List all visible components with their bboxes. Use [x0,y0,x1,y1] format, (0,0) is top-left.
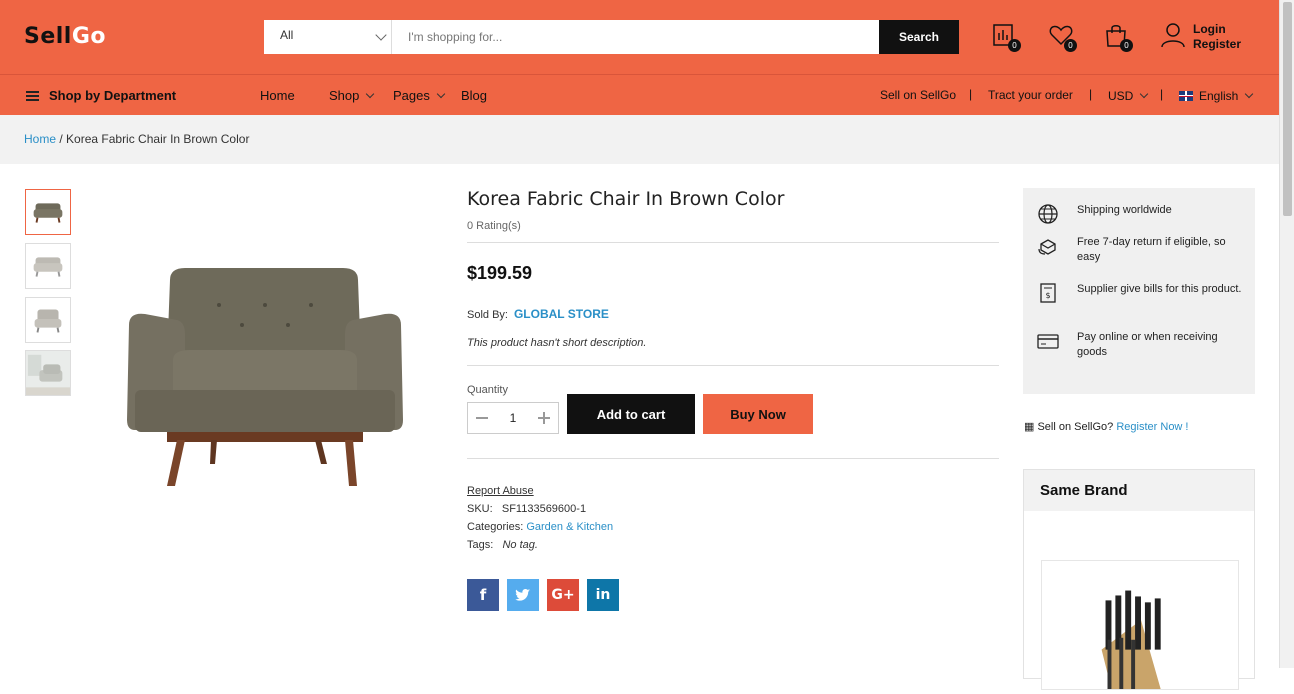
compare-button[interactable]: 0 [992,22,1021,52]
chevron-down-icon [436,89,446,99]
same-brand-title: Same Brand [1024,470,1254,511]
quantity-label: Quantity [467,384,508,396]
product-price: $199.59 [467,263,533,283]
product-main-image[interactable] [115,250,415,500]
login-link[interactable]: Login [1193,22,1241,37]
product-thumbnail-2[interactable] [25,243,71,289]
breadcrumb-home-link[interactable]: Home [24,132,56,146]
tags-row: Tags: No tag. [467,539,538,551]
nav-home[interactable]: Home [260,88,295,103]
store-icon: ▦ [1024,421,1035,433]
product-rating[interactable]: 0 Rating(s) [467,220,521,232]
register-link[interactable]: Register [1193,37,1241,52]
divider [467,365,999,366]
product-thumbnail-1[interactable] [25,189,71,235]
search-bar: All Search [264,20,959,54]
sell-prompt: ▦ Sell on SellGo? Register Now ! [1024,421,1189,433]
divider [467,458,999,459]
short-description: This product hasn't short description. [467,337,647,349]
twitter-share-button[interactable] [507,579,539,611]
divider: | [1160,87,1164,101]
wishlist-button[interactable]: 0 [1048,22,1077,52]
store-link[interactable]: GLOBAL STORE [514,307,609,321]
user-icon [1161,23,1185,48]
googleplus-share-button[interactable]: G+ [547,579,579,611]
nav-shop[interactable]: Shop [329,88,375,103]
chevron-down-icon [375,29,387,41]
product-thumbnail-4[interactable] [25,350,71,396]
bill-icon: $ [1040,283,1056,303]
divider [467,242,999,243]
sku-value: SF1133569600-1 [501,503,587,515]
cart-count-badge: 0 [1120,39,1133,52]
cart-button[interactable]: 0 [1104,22,1133,52]
add-to-cart-button[interactable]: Add to cart [567,394,695,434]
globe-icon [1038,204,1058,224]
feature-item: $ Supplier give bills for this product. [1037,282,1247,304]
sku-row: SKU: SF1133569600-1 [467,503,587,515]
buy-now-button[interactable]: Buy Now [703,394,813,434]
wishlist-count-badge: 0 [1064,39,1077,52]
linkedin-icon: in [595,587,611,603]
language-select[interactable]: English [1179,88,1254,103]
search-button[interactable]: Search [879,20,959,54]
minus-icon[interactable] [476,417,488,419]
breadcrumb-current: Korea Fabric Chair In Brown Color [66,132,250,146]
google-plus-icon: G+ [551,587,575,603]
feature-item: Free 7-day return if eligible, so easy [1037,235,1247,265]
sell-on-sellgo-link[interactable]: Sell on SellGo [880,88,956,102]
uk-flag-icon [1179,91,1193,101]
nav-pages[interactable]: Pages [393,88,446,103]
breadcrumb-bar: Home / Korea Fabric Chair In Brown Color [0,115,1279,164]
return-box-icon [1038,239,1056,255]
quantity-stepper: 1 [467,402,559,434]
twitter-icon [515,589,531,601]
credit-card-icon [1037,334,1059,349]
features-box: Shipping worldwide Free 7-day return if … [1023,188,1255,394]
currency-select[interactable]: USD [1108,88,1149,103]
tags-value: No tag. [502,539,538,551]
categories-row: Categories: Garden & Kitchen [467,521,614,533]
top-header: SellGo All Search 0 0 0 Login Register [0,0,1279,74]
logo[interactable]: SellGo [24,24,106,49]
facebook-share-button[interactable]: f [467,579,499,611]
shop-by-department-button[interactable]: Shop by Department [26,88,176,103]
report-abuse-link[interactable]: Report Abuse [467,485,534,497]
breadcrumb: Home / Korea Fabric Chair In Brown Color [24,132,250,146]
main-navbar: Shop by Department Home Shop Pages Blog … [0,74,1279,115]
track-order-link[interactable]: Tract your order [988,88,1073,102]
product-thumbnail-3[interactable] [25,297,71,343]
nav-blog[interactable]: Blog [461,88,487,103]
knife-set-image [1101,590,1161,689]
chevron-down-icon [1245,89,1254,99]
linkedin-share-button[interactable]: in [587,579,619,611]
compare-count-badge: 0 [1008,39,1021,52]
page-scrollbar[interactable] [1279,0,1294,668]
chevron-down-icon [366,89,375,99]
category-select[interactable]: All [264,20,392,54]
same-brand-panel: Same Brand [1023,469,1255,690]
divider: | [969,87,973,101]
feature-item: Pay online or when receiving goods [1037,330,1247,360]
svg-text:$: $ [1045,291,1050,300]
register-now-link[interactable]: Register Now ! [1116,421,1188,433]
category-link[interactable]: Garden & Kitchen [526,521,613,533]
divider: | [1089,87,1093,101]
search-input[interactable] [392,20,879,54]
armchair-image [127,268,403,486]
chevron-down-icon [1140,89,1149,99]
plus-icon[interactable] [538,412,550,424]
sold-by: Sold By: GLOBAL STORE [467,307,609,321]
feature-item: Shipping worldwide [1037,203,1247,225]
quantity-value[interactable]: 1 [510,411,517,425]
product-title: Korea Fabric Chair In Brown Color [467,188,785,210]
same-brand-product-card[interactable] [1041,560,1239,690]
menu-icon [26,90,39,101]
scrollbar-thumb[interactable] [1283,2,1292,216]
facebook-icon: f [479,586,487,604]
